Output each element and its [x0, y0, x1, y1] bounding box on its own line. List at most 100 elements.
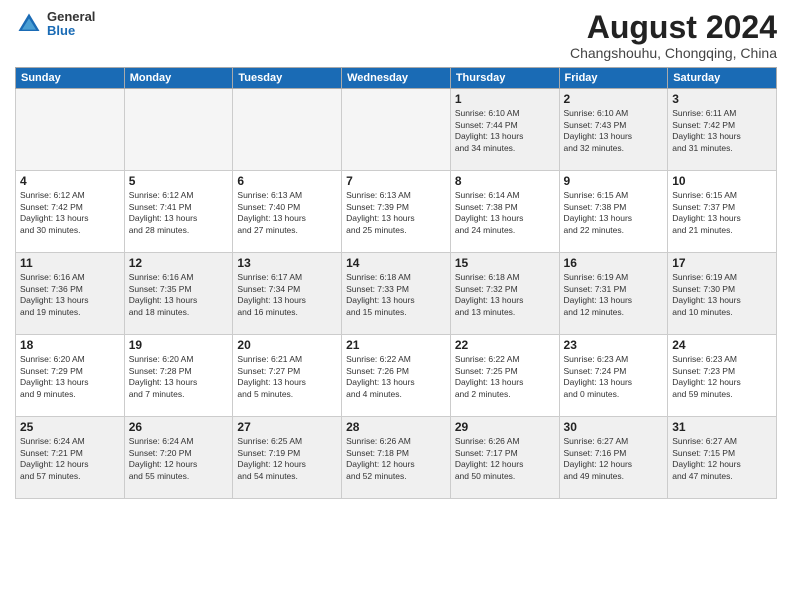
day-number: 30 [564, 420, 664, 434]
table-row: 7 Sunrise: 6:13 AM Sunset: 7:39 PM Daylig… [342, 171, 451, 253]
day-info: Sunrise: 6:13 AM Sunset: 7:39 PM Dayligh… [346, 190, 446, 236]
day-number: 25 [20, 420, 120, 434]
table-row: 28 Sunrise: 6:26 AM Sunset: 7:18 PM Dayli… [342, 417, 451, 499]
day-number: 24 [672, 338, 772, 352]
day-number: 13 [237, 256, 337, 270]
table-row [342, 89, 451, 171]
col-tuesday: Tuesday [233, 68, 342, 89]
table-row [124, 89, 233, 171]
table-row: 22 Sunrise: 6:22 AM Sunset: 7:25 PM Dayli… [450, 335, 559, 417]
table-row: 6 Sunrise: 6:13 AM Sunset: 7:40 PM Daylig… [233, 171, 342, 253]
day-info: Sunrise: 6:15 AM Sunset: 7:38 PM Dayligh… [564, 190, 664, 236]
day-info: Sunrise: 6:15 AM Sunset: 7:37 PM Dayligh… [672, 190, 772, 236]
day-number: 9 [564, 174, 664, 188]
table-row: 8 Sunrise: 6:14 AM Sunset: 7:38 PM Daylig… [450, 171, 559, 253]
day-number: 16 [564, 256, 664, 270]
table-row: 29Sunrise: 6:26 AM Sunset: 7:17 PM Dayli… [450, 417, 559, 499]
day-number: 26 [129, 420, 229, 434]
table-row: 25 Sunrise: 6:24 AM Sunset: 7:21 PM Dayli… [16, 417, 125, 499]
day-number: 18 [20, 338, 120, 352]
day-number: 10 [672, 174, 772, 188]
day-info: Sunrise: 6:19 AM Sunset: 7:31 PM Dayligh… [564, 272, 664, 318]
day-info: Sunrise: 6:22 AM Sunset: 7:26 PM Dayligh… [346, 354, 446, 400]
table-row: 30 Sunrise: 6:27 AM Sunset: 7:16 PM Dayli… [559, 417, 668, 499]
calendar: Sunday Monday Tuesday Wednesday Thursday… [15, 67, 777, 499]
table-row: 14 Sunrise: 6:18 AM Sunset: 7:33 PM Dayli… [342, 253, 451, 335]
day-info: Sunrise: 6:24 AM Sunset: 7:21 PM Dayligh… [20, 436, 120, 482]
day-number: 17 [672, 256, 772, 270]
day-number: 28 [346, 420, 446, 434]
table-row: 4 Sunrise: 6:12 AM Sunset: 7:42 PM Daylig… [16, 171, 125, 253]
col-monday: Monday [124, 68, 233, 89]
day-number: 7 [346, 174, 446, 188]
day-number: 8 [455, 174, 555, 188]
day-info: Sunrise: 6:20 AM Sunset: 7:29 PM Dayligh… [20, 354, 120, 400]
day-info: Sunrise: 6:10 AM Sunset: 7:44 PM Dayligh… [455, 108, 555, 154]
day-number: 12 [129, 256, 229, 270]
table-row: 2 Sunrise: 6:10 AM Sunset: 7:43 PM Daylig… [559, 89, 668, 171]
logo-blue: Blue [47, 24, 95, 38]
day-info: Sunrise: 6:14 AM Sunset: 7:38 PM Dayligh… [455, 190, 555, 236]
day-info: Sunrise: 6:27 AM Sunset: 7:16 PM Dayligh… [564, 436, 664, 482]
month-title: August 2024 [570, 10, 777, 45]
day-info: Sunrise: 6:22 AM Sunset: 7:25 PM Dayligh… [455, 354, 555, 400]
table-row: 24 Sunrise: 6:23 AM Sunset: 7:23 PM Dayli… [668, 335, 777, 417]
day-info: Sunrise: 6:20 AM Sunset: 7:28 PM Dayligh… [129, 354, 229, 400]
table-row: 23 Sunrise: 6:23 AM Sunset: 7:24 PM Dayli… [559, 335, 668, 417]
day-info: Sunrise: 6:10 AM Sunset: 7:43 PM Dayligh… [564, 108, 664, 154]
day-number: 23 [564, 338, 664, 352]
day-number: 1 [455, 92, 555, 106]
table-row: 20 Sunrise: 6:21 AM Sunset: 7:27 PM Dayli… [233, 335, 342, 417]
table-row: 21Sunrise: 6:22 AM Sunset: 7:26 PM Dayli… [342, 335, 451, 417]
week-row-2: 4 Sunrise: 6:12 AM Sunset: 7:42 PM Daylig… [16, 171, 777, 253]
day-info: Sunrise: 6:27 AM Sunset: 7:15 PM Dayligh… [672, 436, 772, 482]
day-info: Sunrise: 6:19 AM Sunset: 7:30 PM Dayligh… [672, 272, 772, 318]
day-info: Sunrise: 6:12 AM Sunset: 7:42 PM Dayligh… [20, 190, 120, 236]
table-row [233, 89, 342, 171]
table-row: 1 Sunrise: 6:10 AM Sunset: 7:44 PM Daylig… [450, 89, 559, 171]
day-info: Sunrise: 6:12 AM Sunset: 7:41 PM Dayligh… [129, 190, 229, 236]
day-info: Sunrise: 6:21 AM Sunset: 7:27 PM Dayligh… [237, 354, 337, 400]
table-row: 5Sunrise: 6:12 AM Sunset: 7:41 PM Daylig… [124, 171, 233, 253]
day-number: 3 [672, 92, 772, 106]
day-number: 2 [564, 92, 664, 106]
day-info: Sunrise: 6:24 AM Sunset: 7:20 PM Dayligh… [129, 436, 229, 482]
col-sunday: Sunday [16, 68, 125, 89]
day-info: Sunrise: 6:18 AM Sunset: 7:32 PM Dayligh… [455, 272, 555, 318]
logo-icon [15, 10, 43, 38]
logo-text: General Blue [47, 10, 95, 39]
col-wednesday: Wednesday [342, 68, 451, 89]
day-info: Sunrise: 6:23 AM Sunset: 7:24 PM Dayligh… [564, 354, 664, 400]
table-row: 17 Sunrise: 6:19 AM Sunset: 7:30 PM Dayli… [668, 253, 777, 335]
week-row-5: 25 Sunrise: 6:24 AM Sunset: 7:21 PM Dayli… [16, 417, 777, 499]
day-number: 20 [237, 338, 337, 352]
day-number: 22 [455, 338, 555, 352]
day-info: Sunrise: 6:18 AM Sunset: 7:33 PM Dayligh… [346, 272, 446, 318]
day-info: Sunrise: 6:16 AM Sunset: 7:36 PM Dayligh… [20, 272, 120, 318]
title-section: August 2024 Changshouhu, Chongqing, Chin… [570, 10, 777, 61]
day-info: Sunrise: 6:17 AM Sunset: 7:34 PM Dayligh… [237, 272, 337, 318]
table-row: 9 Sunrise: 6:15 AM Sunset: 7:38 PM Daylig… [559, 171, 668, 253]
day-number: 29 [455, 420, 555, 434]
table-row: 10 Sunrise: 6:15 AM Sunset: 7:37 PM Dayli… [668, 171, 777, 253]
day-number: 14 [346, 256, 446, 270]
week-row-3: 11 Sunrise: 6:16 AM Sunset: 7:36 PM Dayli… [16, 253, 777, 335]
table-row: 13 Sunrise: 6:17 AM Sunset: 7:34 PM Dayli… [233, 253, 342, 335]
week-row-1: 1 Sunrise: 6:10 AM Sunset: 7:44 PM Daylig… [16, 89, 777, 171]
table-row: 3Sunrise: 6:11 AM Sunset: 7:42 PM Daylig… [668, 89, 777, 171]
day-number: 6 [237, 174, 337, 188]
day-info: Sunrise: 6:26 AM Sunset: 7:18 PM Dayligh… [346, 436, 446, 482]
day-number: 11 [20, 256, 120, 270]
day-info: Sunrise: 6:23 AM Sunset: 7:23 PM Dayligh… [672, 354, 772, 400]
day-number: 4 [20, 174, 120, 188]
subtitle: Changshouhu, Chongqing, China [570, 45, 777, 61]
day-info: Sunrise: 6:25 AM Sunset: 7:19 PM Dayligh… [237, 436, 337, 482]
day-info: Sunrise: 6:13 AM Sunset: 7:40 PM Dayligh… [237, 190, 337, 236]
col-saturday: Saturday [668, 68, 777, 89]
logo-general: General [47, 10, 95, 24]
table-row: 16 Sunrise: 6:19 AM Sunset: 7:31 PM Dayli… [559, 253, 668, 335]
day-info: Sunrise: 6:16 AM Sunset: 7:35 PM Dayligh… [129, 272, 229, 318]
table-row: 15Sunrise: 6:18 AM Sunset: 7:32 PM Dayli… [450, 253, 559, 335]
table-row: 12 Sunrise: 6:16 AM Sunset: 7:35 PM Dayli… [124, 253, 233, 335]
table-row: 31Sunrise: 6:27 AM Sunset: 7:15 PM Dayli… [668, 417, 777, 499]
